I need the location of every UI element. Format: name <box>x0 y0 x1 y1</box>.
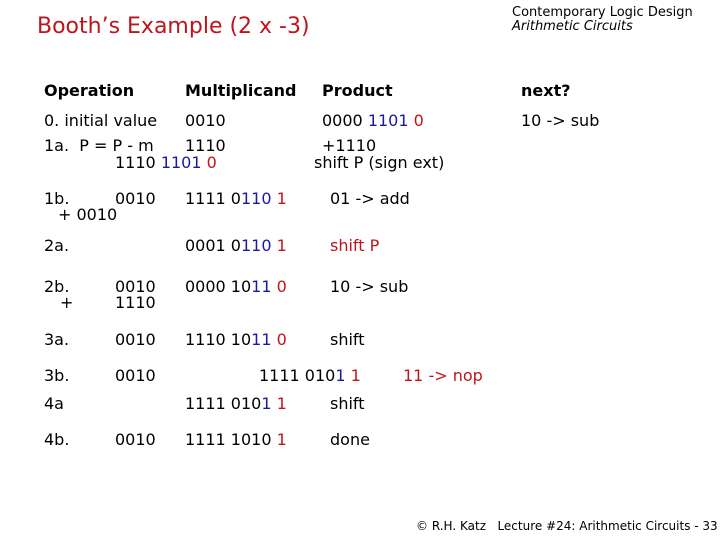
topic-name: Arithmetic Circuits <box>512 19 633 34</box>
slide-title: Booth’s Example (2 x -3) <box>37 14 310 39</box>
row3b-product: 1111 0101 1 <box>259 366 361 385</box>
row3a-product: 1110 1011 0 <box>185 330 287 349</box>
row4b-product: 1111 1010 1 <box>185 430 287 449</box>
row4b-next: done <box>330 430 370 449</box>
row4a-next: shift <box>330 394 365 413</box>
row2b-product: 0000 1011 0 <box>185 277 287 296</box>
row1a-note: shift P (sign ext) <box>314 153 445 172</box>
row0-operation: 0. initial value <box>44 111 158 130</box>
row1a-result: 1110 1101 0 <box>115 153 217 172</box>
row3b-multiplicand: 0010 <box>115 366 156 385</box>
row3a-next: shift <box>330 330 365 349</box>
row4b-operation: 4b. <box>44 430 70 449</box>
row2a-product: 0001 0110 1 <box>185 236 287 255</box>
col-header-multiplicand: Multiplicand <box>185 81 297 100</box>
col-header-operation: Operation <box>44 81 135 100</box>
row3a-multiplicand: 0010 <box>115 330 156 349</box>
row0-next: 10 -> sub <box>521 111 600 130</box>
row3b-operation: 3b. <box>44 366 70 385</box>
row0-multiplicand: 0010 <box>185 111 226 130</box>
col-header-product: Product <box>322 81 393 100</box>
row2b-multiplicand-neg: 1110 <box>115 293 156 312</box>
row1b-multiplicand: 0010 <box>115 189 156 208</box>
row1b-product: 1111 0110 1 <box>185 189 287 208</box>
row0-product: 0000 1101 0 <box>322 111 424 130</box>
row2b-next: 10 -> sub <box>330 277 409 296</box>
row2a-operation: 2a. <box>44 236 70 255</box>
col-header-next: next? <box>521 81 571 100</box>
row3b-next: 11 -> nop <box>403 366 483 385</box>
slide-footer: © R.H. Katz Lecture #24: Arithmetic Circ… <box>416 519 718 533</box>
row1b-next: 01 -> add <box>330 189 410 208</box>
row3a-operation: 3a. <box>44 330 70 349</box>
course-name: Contemporary Logic Design <box>512 5 693 20</box>
row4b-multiplicand: 0010 <box>115 430 156 449</box>
row4a-operation: 4a <box>44 394 64 413</box>
row1b-add: + 0010 <box>58 205 118 224</box>
row2b-plus: + <box>60 293 74 312</box>
row2a-next: shift P <box>330 236 380 255</box>
row4a-product: 1111 0101 1 <box>185 394 287 413</box>
